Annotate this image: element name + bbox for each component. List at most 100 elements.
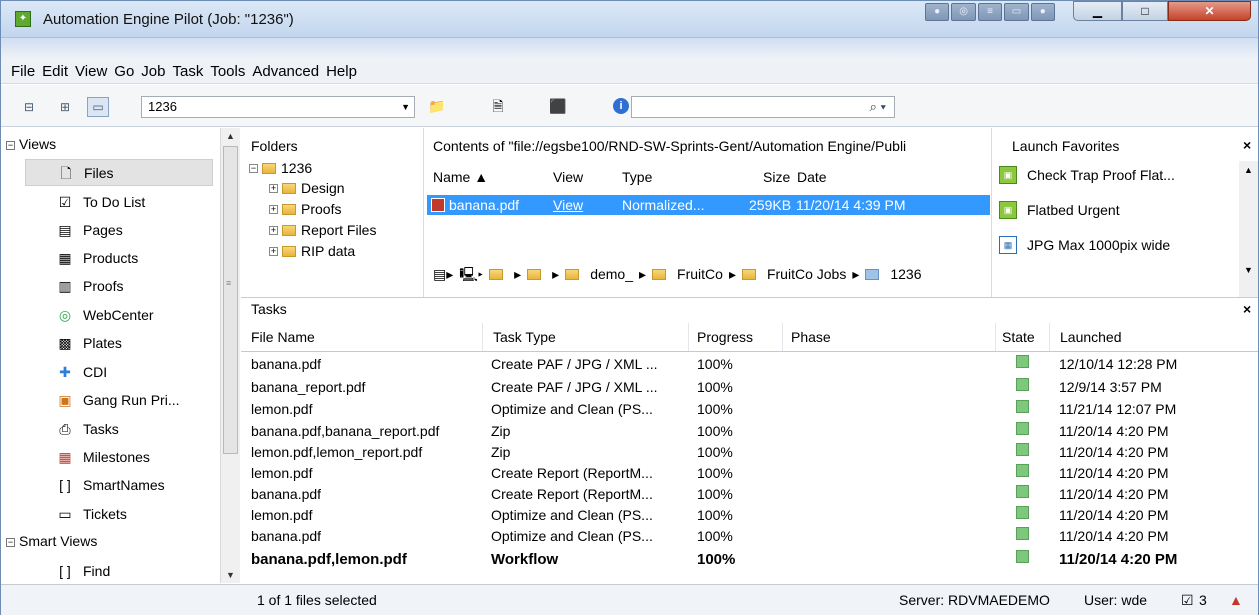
tray-button-2[interactable]: ◎ <box>951 3 976 21</box>
expand-icon[interactable]: + <box>269 204 278 214</box>
menu-job[interactable]: Job <box>141 63 165 80</box>
tray-button-1[interactable]: ● <box>925 3 950 21</box>
table-row[interactable]: banana.pdf,banana_report.pdf Zip 100% 11/20… <box>241 422 1258 441</box>
sidebar-item-proofs[interactable]: ▥ Proofs <box>25 272 213 299</box>
collapse-icon[interactable]: − <box>249 163 258 173</box>
job-selector[interactable]: 1236 ▼ <box>141 96 415 118</box>
views-section[interactable]: − Views <box>6 136 56 152</box>
computer-icon[interactable]: 🖳▸ <box>459 262 483 286</box>
close-button[interactable]: ✕ <box>1168 1 1251 21</box>
menu-edit[interactable]: Edit <box>42 63 68 80</box>
column-task-type[interactable]: Task Type <box>483 323 689 351</box>
new-task-icon[interactable]: 🗎 <box>486 96 510 116</box>
column-date[interactable]: Date <box>797 164 827 191</box>
sidebar-item-products[interactable]: ▦ Products <box>25 244 213 271</box>
todo-icon[interactable]: ☑ <box>1181 585 1194 615</box>
folder-proofs[interactable]: + Proofs <box>269 201 341 217</box>
sidebar-item-pages[interactable]: ▤ Pages <box>25 216 213 243</box>
sidebar-item-files[interactable]: 🗋 Files <box>25 159 213 186</box>
table-row[interactable]: lemon.pdf Create Report (ReportM... 100% 11… <box>241 464 1258 483</box>
column-file-name[interactable]: File Name <box>241 323 483 351</box>
tray-button-3[interactable]: ≡ <box>977 3 1003 21</box>
tray-button-4[interactable]: ▭ <box>1004 3 1029 21</box>
scroll-up-icon[interactable]: ▲ <box>1244 165 1253 175</box>
favorites-scrollbar[interactable]: ▲ ▼ <box>1239 161 1258 297</box>
layout-2-icon[interactable]: ⊞ <box>57 100 73 114</box>
favorite-item-1[interactable]: ▣ Check Trap Proof Flat... <box>999 166 1175 184</box>
collapse-icon[interactable]: − <box>6 141 15 150</box>
table-row[interactable]: lemon.pdf,lemon_report.pdf Zip 100% 11/20/1… <box>241 443 1258 462</box>
favorite-item-2[interactable]: ▣ Flatbed Urgent <box>999 201 1120 219</box>
sidebar-item-plates[interactable]: ▩ Plates <box>25 329 213 356</box>
menu-tools[interactable]: Tools <box>210 63 245 80</box>
search-icon[interactable]: ⌕ ▾ <box>870 99 886 115</box>
sidebar-item-cdi[interactable]: ✚ CDI <box>25 358 213 385</box>
drive-icon[interactable]: ▤▸ <box>433 262 453 286</box>
close-favorites-icon[interactable]: × <box>1243 137 1251 153</box>
new-folder-icon[interactable]: 📁 <box>425 96 449 116</box>
table-row[interactable]: lemon.pdf Optimize and Clean (PS... 100% 11… <box>241 400 1258 419</box>
expand-icon[interactable]: + <box>269 183 278 193</box>
menu-view[interactable]: View <box>75 63 107 80</box>
table-row[interactable]: banana.pdf Create Report (ReportM... 100% 1… <box>241 485 1258 504</box>
table-row[interactable]: banana.pdf,lemon.pdf Workflow 100% 11/20/14… <box>241 550 1258 569</box>
expand-icon[interactable]: + <box>269 225 278 235</box>
scroll-down-icon[interactable]: ▼ <box>226 570 235 580</box>
sidebar-item-milestones[interactable]: ▦ Milestones <box>25 443 213 470</box>
menu-help[interactable]: Help <box>326 63 357 80</box>
menu-task[interactable]: Task <box>172 63 203 80</box>
folder-root[interactable]: − 1236 <box>249 160 312 176</box>
sidebar-item-todo[interactable]: ☑ To Do List <box>25 188 213 215</box>
view-link[interactable]: View <box>553 195 583 215</box>
column-launched[interactable]: Launched <box>1050 323 1258 351</box>
scroll-down-icon[interactable]: ▼ <box>1244 265 1253 275</box>
layout-3-icon[interactable]: ▭ <box>87 97 109 117</box>
column-size[interactable]: Size <box>763 164 790 191</box>
column-type[interactable]: Type <box>622 164 652 191</box>
sidebar-item-tasks[interactable]: ⎙ Tasks <box>25 415 213 442</box>
table-row[interactable]: lemon.pdf Optimize and Clean (PS... 100% 11… <box>241 506 1258 525</box>
menu-advanced[interactable]: Advanced <box>252 63 319 80</box>
layout-1-icon[interactable]: ⊟ <box>21 100 37 114</box>
sidebar-item-tickets[interactable]: ▭ Tickets <box>25 500 213 527</box>
folder-icon[interactable] <box>489 268 504 280</box>
maximize-button[interactable]: □ <box>1122 1 1168 21</box>
scroll-up-icon[interactable]: ▲ <box>226 131 235 141</box>
minimize-button[interactable]: ▁ <box>1073 1 1122 21</box>
breadcrumb-item-demo[interactable]: demo_ <box>590 262 633 286</box>
breadcrumb-item-fruitco-jobs[interactable]: FruitCo Jobs <box>767 262 846 286</box>
collapse-icon[interactable]: − <box>6 538 15 547</box>
sidebar-item-gangrun[interactable]: ▣ Gang Run Pri... <box>25 386 213 413</box>
scroll-thumb[interactable] <box>223 146 238 454</box>
folder-design[interactable]: + Design <box>269 180 345 196</box>
table-row[interactable]: banana.pdf Optimize and Clean (PS... 100% 1… <box>241 527 1258 546</box>
column-name[interactable]: Name ▲ <box>433 164 488 191</box>
alert-icon[interactable]: ▲ <box>1229 585 1243 615</box>
favorite-item-3[interactable]: ▦ JPG Max 1000pix wide <box>999 236 1170 254</box>
breadcrumb-item-job[interactable]: 1236 <box>890 262 921 286</box>
folder-icon[interactable] <box>527 268 542 280</box>
column-progress[interactable]: Progress <box>689 323 783 351</box>
column-view[interactable]: View <box>553 164 583 191</box>
sidebar-item-find[interactable]: [ ] Find <box>25 557 213 584</box>
menu-file[interactable]: File <box>11 63 35 80</box>
table-row[interactable]: banana.pdf Create PAF / JPG / XML ... 100%… <box>241 355 1258 374</box>
expand-icon[interactable]: + <box>269 246 278 256</box>
search-input[interactable]: ⌕ ▾ <box>631 96 895 118</box>
sidebar-item-smartnames[interactable]: [ ] SmartNames <box>25 471 213 498</box>
file-row-selected[interactable]: banana.pdf View Normalized... 259KB 11/2… <box>427 195 990 215</box>
sidebar-scrollbar[interactable]: ▲ ≡ ▼ <box>220 128 240 583</box>
sidebar-item-webcenter[interactable]: ◎ WebCenter <box>25 301 213 328</box>
folder-rip-data[interactable]: + RIP data <box>269 243 355 259</box>
close-tasks-icon[interactable]: × <box>1243 301 1251 317</box>
smart-views-section[interactable]: − Smart Views <box>6 533 97 549</box>
folder-report-files[interactable]: + Report Files <box>269 222 376 238</box>
tray-button-5[interactable]: ● <box>1030 3 1056 21</box>
new-workflow-icon[interactable]: ⬛ <box>546 96 570 116</box>
chevron-down-icon[interactable]: ▼ <box>401 97 410 117</box>
column-state[interactable]: State <box>996 323 1050 351</box>
table-row[interactable]: banana_report.pdf Create PAF / JPG / XML … <box>241 378 1258 397</box>
info-icon[interactable]: i <box>613 98 629 114</box>
menu-go[interactable]: Go <box>114 63 134 80</box>
column-phase[interactable]: Phase <box>783 323 996 351</box>
